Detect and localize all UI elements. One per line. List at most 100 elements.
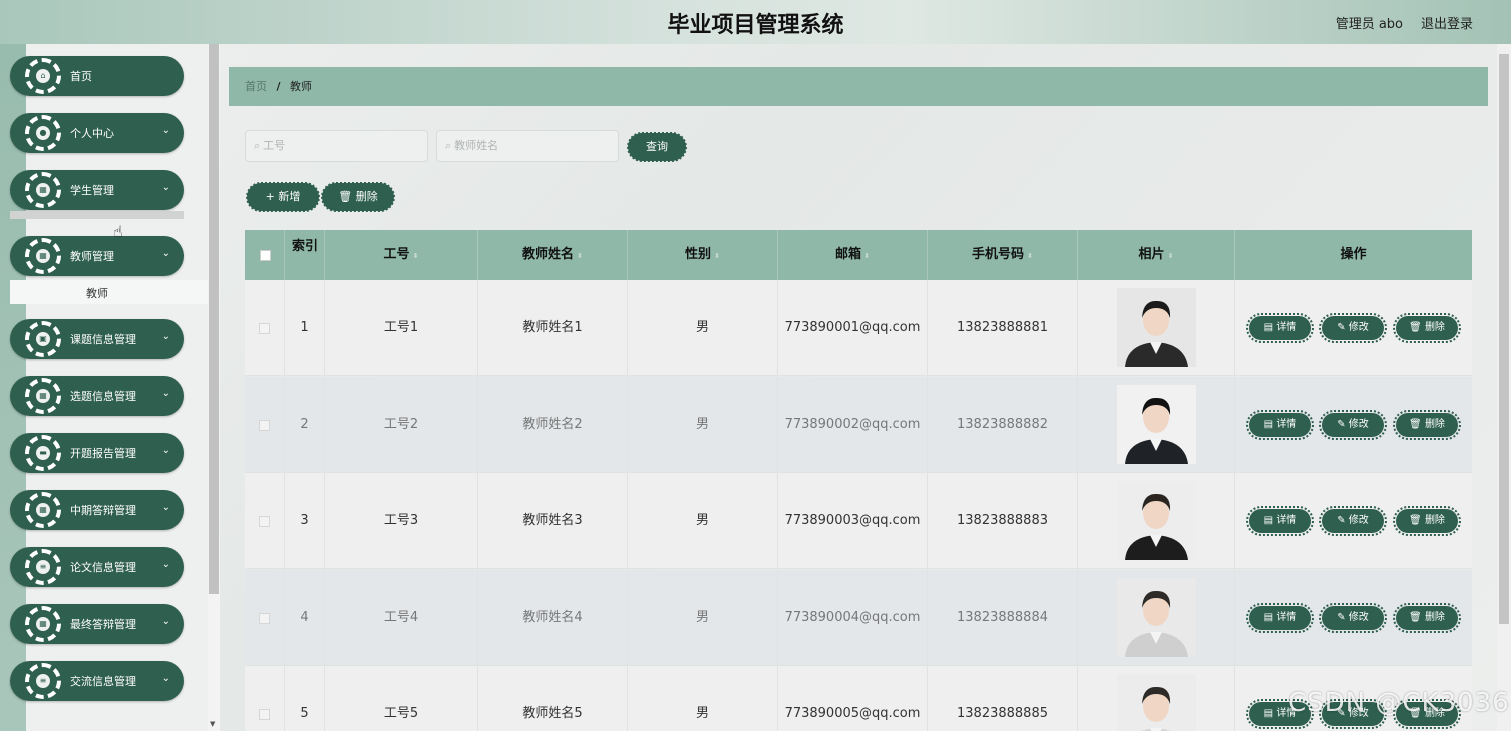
photo-cell[interactable] xyxy=(1117,481,1196,560)
photo-cell[interactable] xyxy=(1117,384,1196,464)
sidebar-item-label: 学生管理 xyxy=(70,184,114,197)
table-row: 2 工号2 教师姓名2 男 773890002@qq.com 13823888882 ▤ 详… xyxy=(245,376,1472,473)
current-user: 管理员 abo xyxy=(1335,17,1403,32)
grid-icon: ▦ xyxy=(36,617,50,631)
teacher-id-search-input[interactable]: ⌕ 工号 xyxy=(245,130,428,162)
row-checkbox[interactable] xyxy=(259,612,270,624)
gear-badge-icon: ▣ xyxy=(25,321,61,357)
cell-id: 工号3 xyxy=(325,473,478,569)
chevron-down-icon: ⌄ xyxy=(161,559,170,570)
sidebar-item-3[interactable]: ▦ 教师管理 ⌄ xyxy=(10,236,184,276)
column-header-photo[interactable]: 相片 ⬍ xyxy=(1078,230,1235,280)
scroll-down-arrow-icon[interactable]: ▼ xyxy=(210,720,215,728)
edit-button[interactable]: ✎ 修改 xyxy=(1319,602,1387,633)
column-header-gender[interactable]: 性别 ⬍ xyxy=(628,230,778,280)
breadcrumb: 首页 / 教师 xyxy=(229,67,1488,106)
chevron-down-icon: ⌄ xyxy=(161,502,170,513)
page-scrollbar[interactable] xyxy=(1497,44,1511,731)
row-checkbox[interactable] xyxy=(259,419,270,431)
edit-button[interactable]: ✎ 修改 xyxy=(1319,313,1387,343)
chevron-down-icon: ⌄ xyxy=(161,673,170,684)
document-icon: ▤ xyxy=(1263,322,1274,333)
sidebar-item-10[interactable]: ≡ 交流信息管理 ⌄ xyxy=(10,661,184,701)
cell-index: 4 xyxy=(285,569,325,666)
sidebar-scrollbar-thumb[interactable] xyxy=(209,44,219,594)
sidebar-item-1[interactable]: ● 个人中心 ⌄ xyxy=(10,113,184,153)
grid-icon: ▦ xyxy=(36,249,50,263)
trash-icon: 🗑 xyxy=(1409,515,1422,526)
grid-icon: ▦ xyxy=(36,183,50,197)
cell-name: 教师姓名3 xyxy=(478,473,628,569)
document-icon: ▤ xyxy=(1263,515,1274,526)
sidebar-item-6[interactable]: ▬ 开题报告管理 ⌄ xyxy=(10,433,184,473)
batch-delete-button[interactable]: 🗑 删除 xyxy=(321,182,395,212)
sidebar-item-0[interactable]: ⌂ 首页 xyxy=(10,56,184,96)
cell-id: 工号4 xyxy=(325,569,478,666)
person-icon: ● xyxy=(36,126,50,140)
delete-button[interactable]: 🗑 删除 xyxy=(1393,602,1461,633)
column-header-actions: 操作 xyxy=(1340,247,1367,262)
logout-link[interactable]: 退出登录 xyxy=(1421,13,1473,32)
sidebar-item-label: 课题信息管理 xyxy=(70,333,136,346)
breadcrumb-home[interactable]: 首页 xyxy=(245,80,267,93)
teacher-photo xyxy=(1117,288,1196,367)
page-scrollbar-thumb[interactable] xyxy=(1499,54,1509,624)
gear-badge-icon: ≡ xyxy=(25,549,61,585)
chevron-down-icon: ⌄ xyxy=(161,388,170,399)
document-icon: ▤ xyxy=(1263,611,1274,623)
row-checkbox[interactable] xyxy=(259,709,270,720)
sort-icon: ⬍ xyxy=(1167,252,1174,260)
cell-index: 5 xyxy=(285,666,325,731)
add-button[interactable]: + 新增 xyxy=(246,182,320,212)
hand-cursor-icon: ☝ xyxy=(113,222,123,241)
edit-button[interactable]: ✎ 修改 xyxy=(1319,409,1387,440)
trash-icon: 🗑 xyxy=(1409,611,1422,623)
sidebar-item-5[interactable]: ▦ 选题信息管理 ⌄ xyxy=(10,376,184,416)
delete-button[interactable]: 🗑 删除 xyxy=(1393,409,1461,440)
chevron-down-icon: ⌄ xyxy=(161,616,170,627)
column-header-email[interactable]: 邮箱 ⬍ xyxy=(778,230,928,280)
select-all-checkbox[interactable] xyxy=(260,250,271,261)
sort-icon: ⬍ xyxy=(864,252,870,260)
sidebar-item-2[interactable]: ▦ 学生管理 ⌄ xyxy=(10,170,184,210)
detail-button[interactable]: ▤ 详情 xyxy=(1246,409,1314,440)
row-checkbox[interactable] xyxy=(259,323,270,334)
breadcrumb-separator: / xyxy=(276,80,281,93)
pencil-icon: ✎ xyxy=(1337,611,1346,623)
list-icon: ≡ xyxy=(36,560,50,574)
sidebar-item-8[interactable]: ≡ 论文信息管理 ⌄ xyxy=(10,547,184,587)
photo-cell[interactable] xyxy=(1117,674,1196,731)
photo-cell[interactable] xyxy=(1117,577,1196,657)
sidebar-item-7[interactable]: ▦ 中期答辩管理 ⌄ xyxy=(10,490,184,530)
detail-button[interactable]: ▤ 详情 xyxy=(1246,602,1314,633)
sidebar-item-9[interactable]: ▦ 最终答辩管理 ⌄ xyxy=(10,604,184,644)
gear-badge-icon: ▦ xyxy=(25,492,61,528)
table-row: 1 工号1 教师姓名1 男 773890001@qq.com 13823888881 ▤ 详… xyxy=(245,280,1472,376)
query-button[interactable]: 查询 xyxy=(627,132,687,162)
document-icon: ▤ xyxy=(1263,418,1274,430)
cell-email: 773890003@qq.com xyxy=(778,473,928,569)
cell-name: 教师姓名4 xyxy=(478,569,628,666)
sidebar-subitem-teacher[interactable]: 教师 xyxy=(10,280,208,304)
detail-button[interactable]: ▤ 详情 xyxy=(1246,313,1314,343)
delete-button[interactable]: 🗑 删除 xyxy=(1393,506,1461,536)
column-header-phone[interactable]: 手机号码 ⬍ xyxy=(928,230,1078,280)
column-header-id[interactable]: 工号 ⬍ xyxy=(325,230,478,280)
teacher-name-search-input[interactable]: ⌕ 教师姓名 xyxy=(436,130,619,162)
detail-button[interactable]: ▤ 详情 xyxy=(1246,506,1314,536)
photo-cell[interactable] xyxy=(1117,288,1196,367)
cell-name: 教师姓名5 xyxy=(478,666,628,731)
delete-button[interactable]: 🗑 删除 xyxy=(1393,313,1461,343)
grid-icon: ▦ xyxy=(36,389,50,403)
search-icon: ⌕ xyxy=(445,139,452,152)
sidebar-item-label: 最终答辩管理 xyxy=(70,618,136,631)
sidebar-item-4[interactable]: ▣ 课题信息管理 ⌄ xyxy=(10,319,184,359)
search-icon: ⌕ xyxy=(254,139,261,152)
gear-badge-icon: ≡ xyxy=(25,663,61,699)
table-row: 4 工号4 教师姓名4 男 773890004@qq.com 13823888884 ▤ 详… xyxy=(245,569,1472,666)
edit-button[interactable]: ✎ 修改 xyxy=(1319,506,1387,536)
column-header-name[interactable]: 教师姓名 ⬍ xyxy=(478,230,628,280)
row-checkbox[interactable] xyxy=(259,516,270,527)
cell-phone: 13823888882 xyxy=(928,376,1078,473)
clipboard-icon: ▣ xyxy=(36,332,50,346)
